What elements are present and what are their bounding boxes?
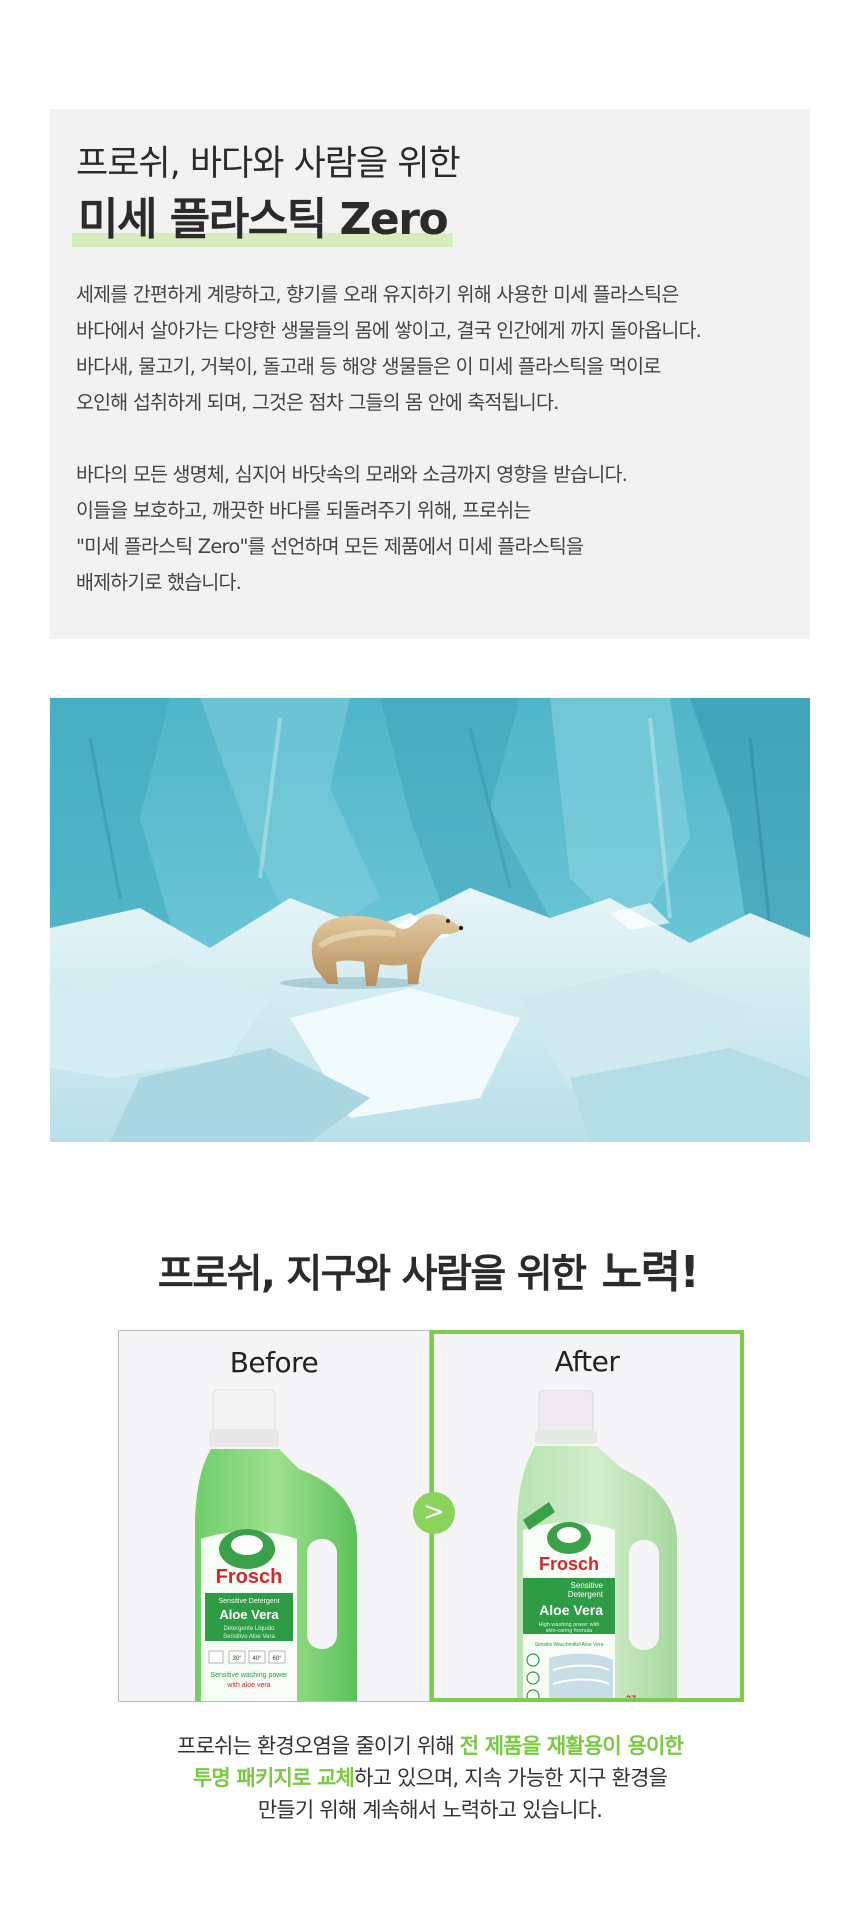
before-panel: Before Frosch Sensitive Detergent Aloe V… bbox=[118, 1330, 430, 1702]
closing-line-2-text: 하고 있으며, 지속 가능한 지구 환경을 bbox=[354, 1766, 668, 1790]
bottle-before-sub: Sensitive Detergent bbox=[218, 1598, 279, 1605]
intro-line: 세제를 간편하게 계량하고, 향기를 오래 유지하기 위해 사용한 미세 플라스… bbox=[76, 283, 679, 306]
intro-title-highlight: 미세 플라스틱 Zero bbox=[71, 193, 454, 247]
closing-line-2-highlight: 투명 패키지로 교체 bbox=[192, 1766, 355, 1790]
bottle-before-brand: Frosch bbox=[216, 1566, 283, 1588]
intro-line: 바다의 모든 생명체, 심지어 바닷속의 모래와 소금까지 영향을 받습니다. bbox=[76, 463, 628, 486]
chevron-right-icon: > bbox=[413, 1492, 455, 1534]
bottle-after-desc3: Sensitiv Waschmittel Aloe Vera bbox=[535, 1642, 604, 1648]
bottle-before-temp-40: 40° bbox=[252, 1656, 262, 1662]
intro-line: 오인해 섭취하게 되며, 그것은 점차 그들의 몸 안에 축적됩니다. bbox=[76, 391, 559, 414]
intro-body: 세제를 간편하게 계량하고, 향기를 오래 유지하기 위해 사용한 미세 플라스… bbox=[76, 277, 784, 601]
before-label: Before bbox=[229, 1346, 319, 1379]
micro-plastic-intro: 프로쉬, 바다와 사람을 위한 미세 플라스틱 Zero 세제를 간편하게 계량… bbox=[50, 109, 810, 639]
intro-subtitle: 프로쉬, 바다와 사람을 위한 bbox=[76, 144, 461, 184]
bottle-after-brand: Frosch bbox=[539, 1554, 599, 1574]
bottle-after-image: Frosch Sensitive Detergent Aloe Vera Hig… bbox=[517, 1390, 677, 1702]
after-panel: After Frosch Sensitive Detergent Aloe Ve… bbox=[430, 1330, 744, 1702]
closing-line-1-text: 프로쉬는 환경오염을 줄이기 위해 bbox=[176, 1734, 460, 1758]
bottle-before-claim2: with aloe vera bbox=[226, 1682, 270, 1689]
effort-heading-prefix: 프로쉬, 지구와 사람을 위한 bbox=[157, 1252, 598, 1297]
polar-bear-photo bbox=[50, 698, 810, 1142]
intro-paragraph-2: 바다의 모든 생명체, 심지어 바닷속의 모래와 소금까지 영향을 받습니다. … bbox=[76, 457, 784, 601]
bottle-before-product: Aloe Vera bbox=[219, 1607, 279, 1622]
effort-heading-highlight-text: 노력! bbox=[601, 1247, 700, 1298]
after-label: After bbox=[554, 1345, 620, 1378]
intro-line: 바다에서 살아가는 다양한 생물들의 몸에 쌓이고, 결국 인간에게 까지 돌아… bbox=[76, 319, 702, 342]
closing-line-1-highlight: 전 제품을 재활용이 용이한 bbox=[459, 1734, 684, 1758]
package-comparison: Before Frosch Sensitive Detergent Aloe V… bbox=[118, 1330, 744, 1702]
intro-line: 이들을 보호하고, 깨끗한 바다를 되돌려주기 위해, 프로쉬는 bbox=[76, 499, 531, 522]
closing-line-3: 만들기 위해 계속해서 노력하고 있습니다. bbox=[257, 1798, 603, 1822]
closing-line-2: 투명 패키지로 교체하고 있으며, 지속 가능한 지구 환경을 bbox=[0, 1762, 860, 1794]
bottle-before-desc2: Sensitivo Aloe Vera bbox=[223, 1634, 275, 1640]
bottle-after-count: 27 bbox=[626, 1694, 636, 1702]
bottle-before-image: Frosch Sensitive Detergent Aloe Vera Det… bbox=[195, 1389, 357, 1701]
bottle-before-desc1: Detergente Líquido bbox=[223, 1626, 275, 1632]
closing-text: 프로쉬는 환경오염을 줄이기 위해 전 제품을 재활용이 용이한 투명 패키지로… bbox=[0, 1730, 860, 1826]
bottle-before-claim1: Sensitive washing power bbox=[210, 1672, 288, 1679]
bottle-after-desc2: skin-caring formula bbox=[546, 1628, 593, 1634]
bottle-before-temp-30: 30° bbox=[232, 1656, 242, 1662]
bottle-before-temp-60: 60° bbox=[272, 1656, 282, 1662]
intro-paragraph-1: 세제를 간편하게 계량하고, 향기를 오래 유지하기 위해 사용한 미세 플라스… bbox=[76, 277, 784, 421]
intro-line: "미세 플라스틱 Zero"를 선언하며 모든 제품에서 미세 플라스틱을 bbox=[76, 535, 584, 558]
bottle-after-product: Aloe Vera bbox=[539, 1602, 603, 1618]
bottle-after-sub2: Detergent bbox=[568, 1590, 604, 1599]
closing-line-1: 프로쉬는 환경오염을 줄이기 위해 전 제품을 재활용이 용이한 bbox=[0, 1730, 860, 1762]
intro-title: 미세 플라스틱 Zero bbox=[78, 194, 449, 245]
intro-line: 바다새, 물고기, 거북이, 돌고래 등 해양 생물들은 이 미세 플라스틱을 … bbox=[76, 355, 661, 378]
effort-heading-highlight: 노력! bbox=[597, 1245, 703, 1301]
effort-heading: 프로쉬, 지구와 사람을 위한 노력! bbox=[0, 1245, 860, 1303]
bottle-after-sub1: Sensitive bbox=[571, 1581, 604, 1590]
intro-line: 배제하기로 했습니다. bbox=[76, 571, 242, 594]
